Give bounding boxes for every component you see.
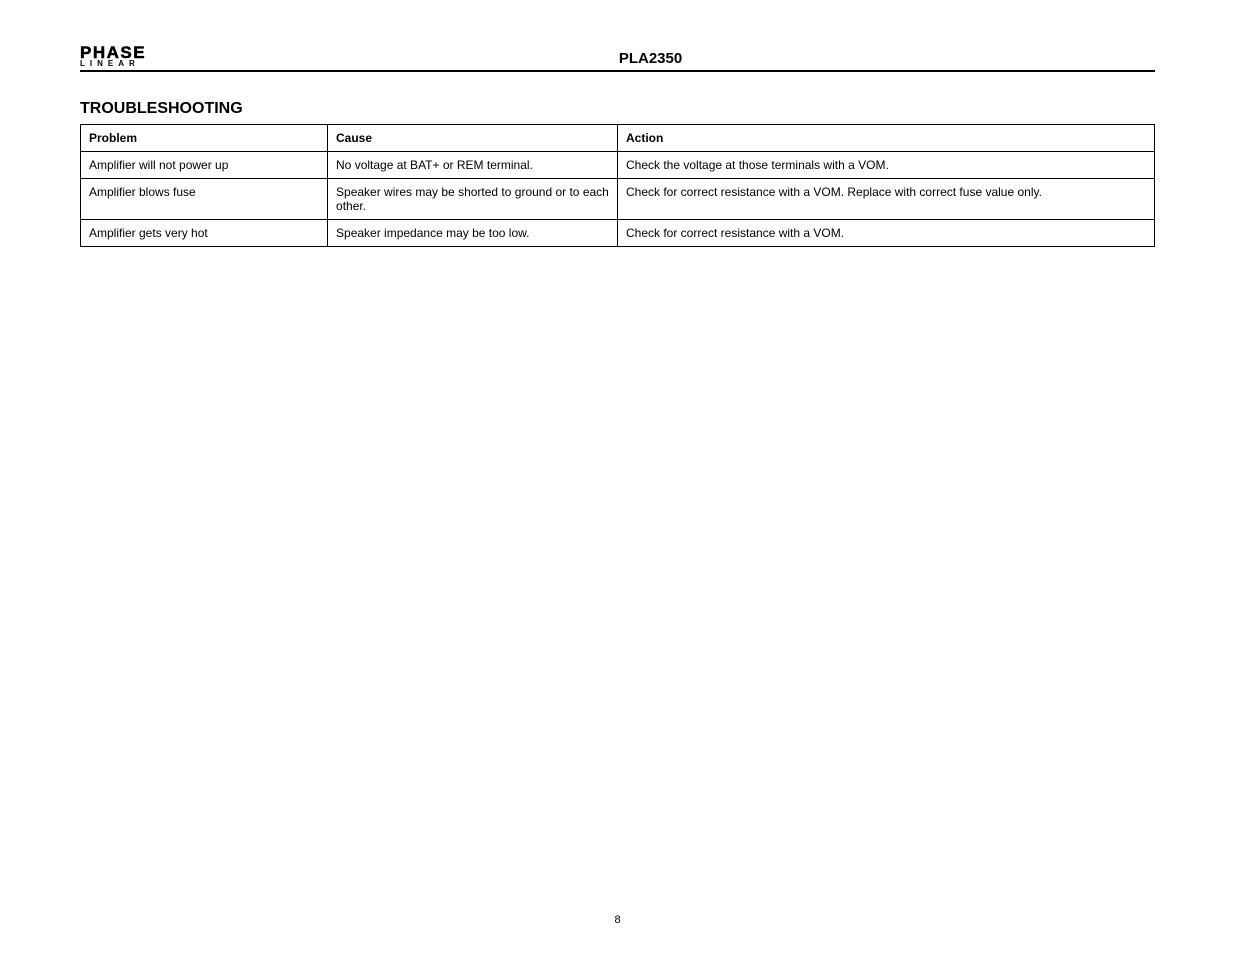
table-row: Amplifier blows fuse Speaker wires may b…: [81, 179, 1155, 220]
col-header-problem: Problem: [81, 125, 328, 152]
cell-action: Check the voltage at those terminals wit…: [617, 152, 1154, 179]
cell-cause: Speaker impedance may be too low.: [328, 220, 618, 247]
section-title: TROUBLESHOOTING: [80, 100, 1155, 118]
col-header-cause: Cause: [328, 125, 618, 152]
table-row: Amplifier will not power up No voltage a…: [81, 152, 1155, 179]
page-header: PHASE LINEAR PLA2350: [80, 44, 1155, 72]
cell-cause: Speaker wires may be shorted to ground o…: [328, 179, 618, 220]
brand-logo: PHASE LINEAR: [80, 44, 146, 68]
cell-problem: Amplifier will not power up: [81, 152, 328, 179]
cell-cause: No voltage at BAT+ or REM terminal.: [328, 152, 618, 179]
cell-problem: Amplifier gets very hot: [81, 220, 328, 247]
table-header-row: Problem Cause Action: [81, 125, 1155, 152]
logo-sub-text: LINEAR: [80, 60, 146, 68]
page-number: 8: [0, 914, 1235, 926]
cell-action: Check for correct resistance with a VOM.…: [617, 179, 1154, 220]
page-title: PLA2350: [146, 50, 1155, 68]
cell-problem: Amplifier blows fuse: [81, 179, 328, 220]
troubleshooting-table: Problem Cause Action Amplifier will not …: [80, 124, 1155, 247]
cell-action: Check for correct resistance with a VOM.: [617, 220, 1154, 247]
table-row: Amplifier gets very hot Speaker impedanc…: [81, 220, 1155, 247]
col-header-action: Action: [617, 125, 1154, 152]
